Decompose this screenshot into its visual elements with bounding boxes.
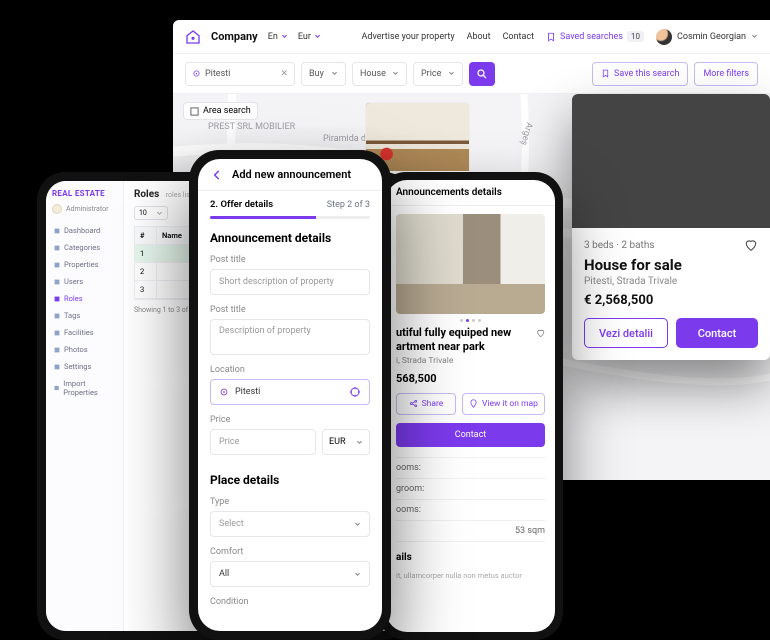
- listing-price: € 2,568,500: [584, 293, 758, 308]
- topbar: Company En Eur Advertise your property A…: [173, 20, 770, 54]
- chevron-down-icon: [356, 439, 363, 446]
- section-announcement: Announcement details: [210, 231, 370, 245]
- per-page-select[interactable]: 10: [134, 206, 168, 220]
- admin-sidebar: REAL ESTATE Administrator Dashboard Cate…: [46, 181, 124, 631]
- price-label: Price: [210, 415, 370, 425]
- clear-icon[interactable]: ✕: [280, 69, 288, 79]
- detail-title: utiful fully equiped new artment near pa…: [396, 326, 536, 354]
- bookmark-icon: [546, 32, 556, 42]
- nav-about[interactable]: About: [467, 32, 491, 42]
- admin-brand: REAL ESTATE: [52, 189, 117, 198]
- search-button[interactable]: [469, 62, 495, 86]
- details-heading: ails: [396, 552, 545, 563]
- sidebar-item-roles[interactable]: Roles: [52, 290, 117, 307]
- nav-contact[interactable]: Contact: [503, 32, 534, 42]
- chevron-down-icon: [751, 33, 758, 40]
- heart-icon[interactable]: [744, 238, 758, 252]
- user-menu[interactable]: Cosmin Georgian: [656, 29, 758, 45]
- chevron-down-icon: [354, 521, 361, 528]
- share-icon: [409, 399, 418, 408]
- map-pin-icon: [469, 399, 478, 408]
- location-label: Location: [210, 365, 370, 375]
- listing-photo: [572, 94, 770, 228]
- form-title: Add new announcement: [232, 168, 351, 181]
- avatar: [656, 29, 672, 45]
- heart-icon[interactable]: [536, 326, 545, 340]
- listing-card: 3 beds · 2 baths House for sale Pitesti,…: [572, 94, 770, 360]
- price-dropdown[interactable]: Price: [413, 62, 463, 86]
- search-bar: Pitesti ✕ Buy House Price Save this sear…: [173, 54, 770, 94]
- save-search-button[interactable]: Save this search: [592, 62, 688, 86]
- view-on-map-button[interactable]: View it on map: [462, 393, 545, 415]
- details-button[interactable]: Vezi detalii: [584, 318, 668, 348]
- sidebar-item-users[interactable]: Users: [52, 273, 117, 290]
- comfort-select[interactable]: All: [210, 561, 370, 587]
- spec-row: ooms:: [396, 500, 545, 521]
- spec-row: groom:: [396, 479, 545, 500]
- detail-location: i, Strada Trivale: [396, 356, 545, 366]
- location-input[interactable]: Pitesti ✕: [185, 62, 295, 86]
- location-input[interactable]: Pitesti: [210, 379, 370, 405]
- brand-name: Company: [211, 30, 258, 43]
- detail-phone: Announcements details utiful fully equip…: [378, 172, 563, 640]
- sidebar-item-properties[interactable]: Properties: [52, 256, 117, 273]
- listing-location: Pitesti, Strada Trivale: [584, 276, 758, 287]
- col-number[interactable]: #: [135, 227, 157, 244]
- nav-advertise[interactable]: Advertise your property: [362, 32, 455, 42]
- share-button[interactable]: Share: [396, 393, 456, 415]
- chevron-down-icon: [354, 571, 361, 578]
- sidebar-item-import[interactable]: Import Properties: [52, 375, 117, 401]
- listing-meta: 3 beds · 2 baths: [584, 240, 655, 251]
- language-switch[interactable]: En: [268, 32, 288, 42]
- target-icon: [192, 69, 201, 78]
- sidebar-item-dashboard[interactable]: Dashboard: [52, 222, 117, 239]
- map-poi: Piramida d: [323, 134, 366, 144]
- locate-icon[interactable]: [349, 386, 361, 398]
- section-place: Place details: [210, 473, 370, 487]
- user-dot-icon: [52, 204, 62, 214]
- type-label: Type: [210, 497, 370, 507]
- spec-row: ooms:: [396, 457, 545, 479]
- type-dropdown[interactable]: House: [352, 62, 407, 86]
- price-input[interactable]: Price: [210, 429, 316, 455]
- condition-label: Condition: [210, 597, 370, 607]
- currency-select[interactable]: EUR: [322, 429, 370, 455]
- type-select[interactable]: Select: [210, 511, 370, 537]
- comfort-label: Comfort: [210, 547, 370, 557]
- more-filters-button[interactable]: More filters: [694, 62, 758, 86]
- detail-price: 568,500: [396, 372, 545, 385]
- detail-blurb: it, ullamcorper nulla non metus auctor: [396, 571, 545, 582]
- form-phone: Add new announcement 2. Offer details St…: [189, 150, 391, 640]
- buy-dropdown[interactable]: Buy: [301, 62, 346, 86]
- sidebar-item-settings[interactable]: Settings: [52, 358, 117, 375]
- area-search-button[interactable]: Area search: [183, 102, 258, 120]
- post-body-label: Post title: [210, 305, 370, 315]
- spec-row: 53 sqm: [396, 521, 545, 542]
- step-label: 2. Offer details: [210, 199, 273, 210]
- target-icon: [219, 387, 229, 397]
- admin-user[interactable]: Administrator: [52, 204, 117, 214]
- sidebar-item-photos[interactable]: Photos: [52, 341, 117, 358]
- post-body-input[interactable]: Description of property: [210, 319, 370, 355]
- step-count: Step 2 of 3: [327, 200, 370, 210]
- post-title-input[interactable]: Short description of property: [210, 269, 370, 295]
- polygon-icon: [190, 107, 199, 116]
- saved-searches[interactable]: Saved searches 10: [546, 31, 644, 42]
- contact-button[interactable]: Contact: [676, 318, 758, 348]
- contact-button[interactable]: Contact: [396, 423, 545, 447]
- back-icon[interactable]: [210, 168, 224, 182]
- sidebar-item-categories[interactable]: Categories: [52, 239, 117, 256]
- logo-icon: [185, 29, 201, 45]
- search-icon: [476, 68, 488, 80]
- bookmark-icon: [601, 69, 610, 78]
- currency-switch[interactable]: Eur: [298, 32, 321, 42]
- sidebar-item-tags[interactable]: Tags: [52, 307, 117, 324]
- sidebar-item-facilities[interactable]: Facilities: [52, 324, 117, 341]
- map-poi: PREST SRL MOBILIER: [208, 122, 295, 132]
- detail-header: Announcements details: [386, 180, 555, 206]
- detail-photo[interactable]: [396, 214, 545, 314]
- post-title-label: Post title: [210, 255, 370, 265]
- saved-count-badge: 10: [627, 31, 644, 42]
- listing-title: House for sale: [584, 256, 758, 274]
